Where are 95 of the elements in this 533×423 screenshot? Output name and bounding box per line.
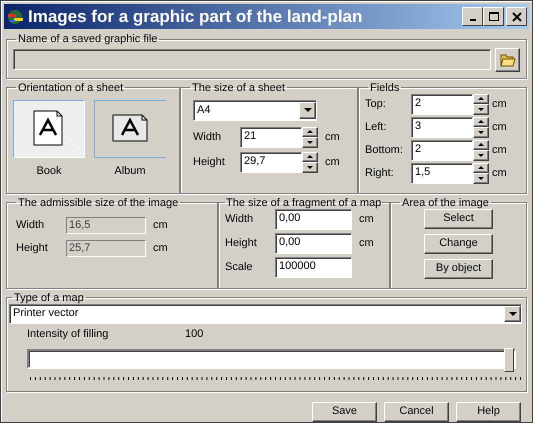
down-arrow-icon <box>307 166 313 169</box>
unit-label: cm <box>359 236 374 250</box>
up-arrow-icon <box>478 143 484 146</box>
close-icon <box>510 11 522 22</box>
unit-label: cm <box>359 212 374 226</box>
app-icon <box>6 8 24 26</box>
number-field[interactable]: 1,5 <box>411 162 473 184</box>
unit-label: cm <box>153 242 168 255</box>
spin-down-button[interactable] <box>473 104 489 115</box>
down-arrow-icon <box>478 130 484 134</box>
down-arrow-icon <box>478 108 484 111</box>
spin-down-button[interactable] <box>473 150 489 161</box>
group-label: The size of a sheet <box>191 82 286 94</box>
spin-up-button[interactable] <box>302 152 318 162</box>
field-label: Width <box>225 212 254 226</box>
spin-down-button[interactable] <box>302 162 318 173</box>
intensity-label: Intensity of filling <box>27 328 110 341</box>
orientation-label: Book <box>36 164 62 178</box>
spin-up-button[interactable] <box>473 116 489 128</box>
area-button[interactable]: Select <box>424 208 493 229</box>
field-label: Left: <box>365 120 388 134</box>
field-label: Height <box>193 156 226 169</box>
number-field[interactable]: 2 <box>411 140 473 161</box>
up-arrow-icon <box>307 130 313 134</box>
number-field[interactable]: 100000 <box>275 256 352 278</box>
group-label: The admissible size of the image <box>17 196 180 209</box>
field-label: Top: <box>365 98 387 111</box>
down-arrow-icon <box>478 176 484 180</box>
dialog-button[interactable]: Save <box>312 402 377 422</box>
up-arrow-icon <box>478 166 484 170</box>
maximize-icon <box>488 11 500 22</box>
spin-down-button[interactable] <box>473 127 489 138</box>
file-name-field[interactable] <box>13 49 491 70</box>
caret-icon <box>304 108 312 112</box>
spin-up-button[interactable] <box>473 162 489 174</box>
group-label: The size of a fragment of a map <box>225 196 382 209</box>
caret-icon <box>508 312 516 316</box>
field-label: Width <box>16 218 46 232</box>
unit-label: cm <box>325 130 340 144</box>
dropdown-button[interactable] <box>504 306 521 322</box>
unit-label: cm <box>492 144 507 157</box>
down-arrow-icon <box>478 154 484 157</box>
dialog-button[interactable]: Help <box>456 402 521 422</box>
group-label: Type of a map <box>13 292 85 304</box>
number-field[interactable]: 2 <box>411 94 473 115</box>
open-file-button[interactable] <box>495 48 520 72</box>
minimize-button[interactable] <box>462 7 483 26</box>
field-label: Height <box>225 236 258 250</box>
field-label: Width <box>193 130 222 144</box>
up-arrow-icon <box>478 120 484 124</box>
up-arrow-icon <box>307 155 313 158</box>
down-arrow-icon <box>307 140 313 144</box>
dropdown-button[interactable] <box>299 102 316 119</box>
field-label: Bottom: <box>365 144 404 157</box>
number-field[interactable]: 29,7 <box>240 152 302 173</box>
group-label: Orientation of a sheet <box>17 82 124 94</box>
paper-size-dropdown[interactable]: A4 <box>193 100 317 121</box>
unit-label: cm <box>492 120 507 134</box>
spin-up-button[interactable] <box>473 94 489 104</box>
close-button[interactable] <box>506 7 527 26</box>
number-field[interactable]: 0,00 <box>275 232 352 254</box>
slider-track[interactable] <box>27 348 516 369</box>
minimize-icon <box>470 19 476 22</box>
number-field[interactable]: 0,00 <box>275 208 352 230</box>
document-icon <box>112 114 150 144</box>
window-title: Images for a graphic part of the land-plan <box>28 6 364 27</box>
spin-down-button[interactable] <box>302 137 318 148</box>
spin-down-button[interactable] <box>473 173 489 184</box>
document-icon <box>33 110 65 148</box>
maximize-button[interactable] <box>483 7 504 26</box>
up-arrow-icon <box>478 97 484 100</box>
unit-label: cm <box>153 218 168 232</box>
group-label: Name of a saved graphic file <box>17 33 158 46</box>
group-label: Fields <box>369 82 400 94</box>
map-type-dropdown[interactable]: Printer vector <box>9 304 522 324</box>
orientation-button[interactable] <box>13 100 85 158</box>
folder-icon <box>500 52 516 67</box>
group-label: Area of the image <box>401 196 490 209</box>
dialog-button[interactable]: Cancel <box>384 402 449 422</box>
slider-thumb[interactable] <box>504 348 514 372</box>
area-button[interactable]: By object <box>424 258 493 279</box>
field-label: Height <box>16 242 49 255</box>
unit-label: cm <box>492 98 507 111</box>
unit-label: cm <box>325 156 340 169</box>
spin-up-button[interactable] <box>473 140 489 150</box>
orientation-label: Album <box>114 164 146 178</box>
intensity-value: 100 <box>185 328 204 341</box>
number-field[interactable]: 21 <box>240 126 302 148</box>
number-field[interactable]: 3 <box>411 116 473 138</box>
field-label: Right: <box>365 166 395 180</box>
orientation-button[interactable] <box>94 100 166 158</box>
spin-up-button[interactable] <box>302 126 318 138</box>
field-label: Scale <box>225 260 254 274</box>
unit-label: cm <box>492 166 507 180</box>
area-button[interactable]: Change <box>424 234 493 254</box>
